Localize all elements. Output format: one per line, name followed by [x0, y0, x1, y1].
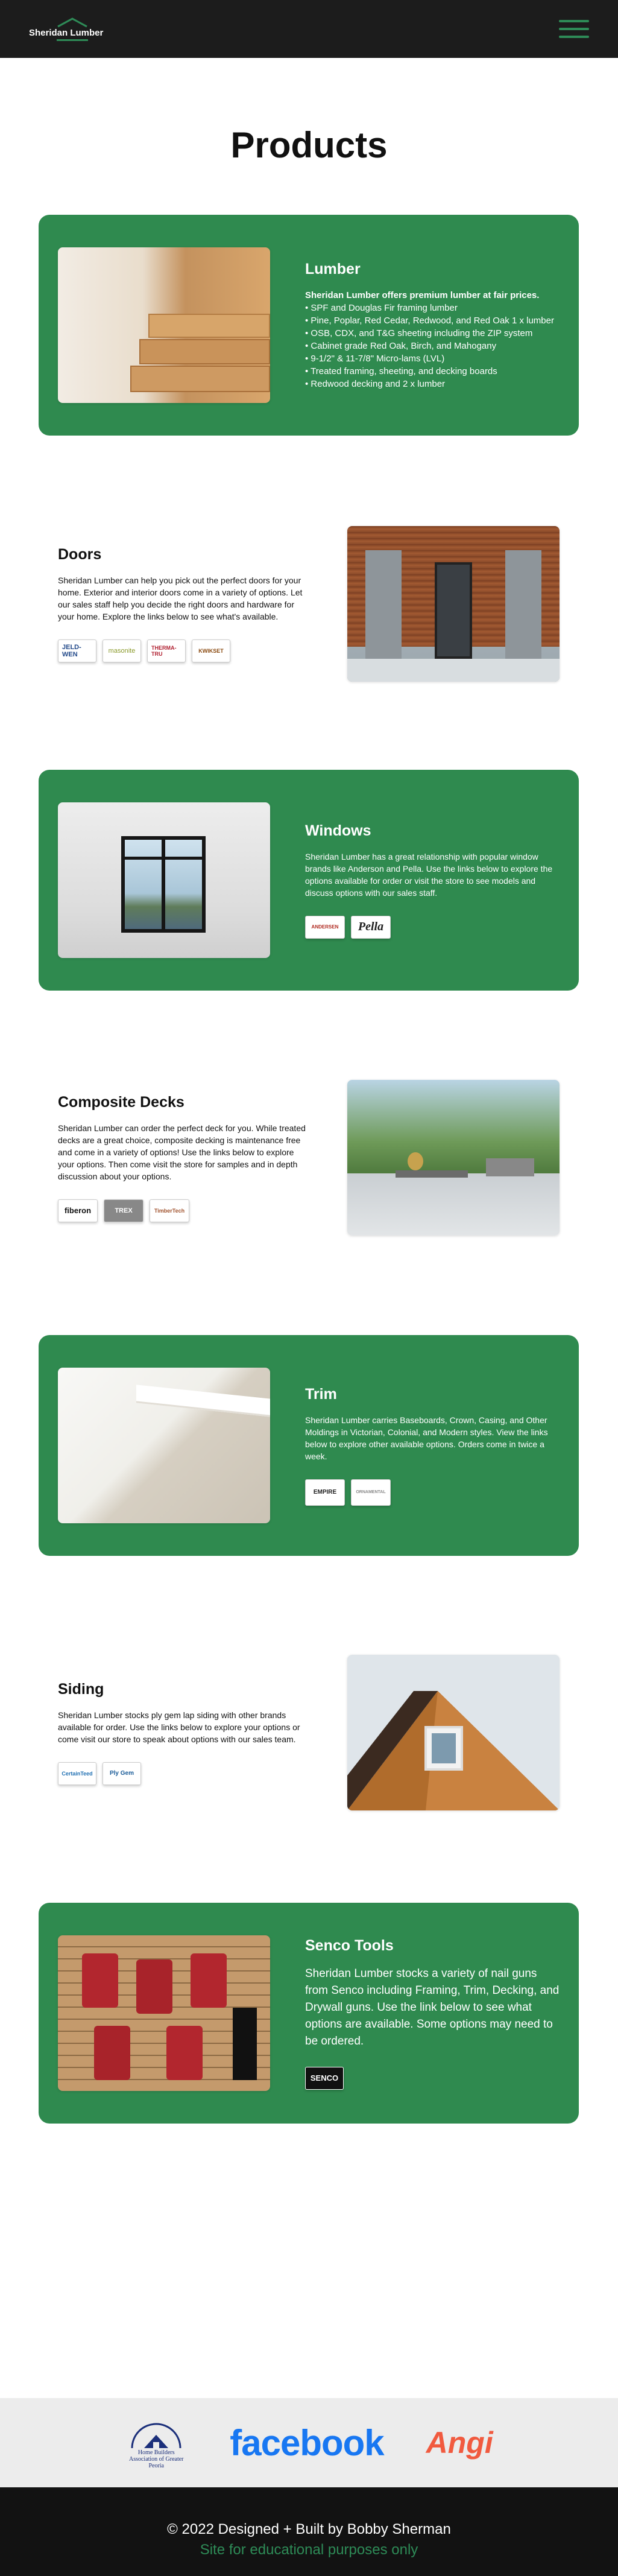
site-header: Sheridan Lumber: [0, 0, 618, 58]
site-footer: © 2022 Designed + Built by Bobby Sherman…: [0, 2487, 618, 2576]
section-title: Siding: [58, 1680, 104, 1698]
hamburger-line: [559, 20, 589, 22]
lumber-section: Lumber Sheridan Lumber offers premium lu…: [39, 215, 579, 436]
trim-photo: [58, 1368, 270, 1523]
list-item: • Redwood decking and 2 x lumber: [305, 378, 446, 389]
section-title: Trim: [305, 1385, 337, 1403]
doors-section: Doors Sheridan Lumber can help you pick …: [39, 526, 579, 682]
list-item: • OSB, CDX, and T&G sheeting including t…: [305, 328, 533, 338]
hamburger-line: [559, 28, 589, 30]
brand-link-jeldwen[interactable]: JELD-WEN: [58, 639, 96, 662]
hba-logo-text: Home Builders Association of Greater Peo…: [128, 2449, 184, 2469]
brand-link-kwikset[interactable]: KWIKSET: [192, 639, 230, 662]
doors-content: Doors Sheridan Lumber can help you pick …: [58, 546, 347, 662]
brand-links: JELD-WEN masonite THERMA-TRU KWIKSET: [58, 639, 312, 662]
trim-section: Trim Sheridan Lumber carries Baseboards,…: [39, 1335, 579, 1556]
section-title: Windows: [305, 822, 371, 839]
senco-photo: [58, 1935, 270, 2091]
brand-links: fiberon TREX TimberTech: [58, 1199, 312, 1222]
angi-logo[interactable]: Angi: [426, 2425, 493, 2460]
senco-content: Senco Tools Sheridan Lumber stocks a var…: [270, 1937, 560, 2090]
section-title: Senco Tools: [305, 1937, 394, 1954]
roof-icon: [57, 17, 87, 28]
section-text: Sheridan Lumber stocks ply gem lap sidin…: [58, 1710, 300, 1744]
windows-photo: [58, 802, 270, 958]
section-title: Lumber: [305, 260, 361, 278]
footer-credit: © 2022 Designed + Built by Bobby Sherman: [167, 2521, 451, 2537]
lumber-list: Sheridan Lumber offers premium lumber at…: [305, 289, 560, 390]
siding-photo: [347, 1655, 560, 1810]
section-text: Sheridan Lumber can help you pick out th…: [58, 575, 303, 621]
senco-section: Senco Tools Sheridan Lumber stocks a var…: [39, 1903, 579, 2124]
brand-links: ANDERSEN Pella: [305, 915, 560, 939]
list-item: Sheridan Lumber offers premium lumber at…: [305, 290, 540, 300]
section-text: Sheridan Lumber carries Baseboards, Crow…: [305, 1415, 548, 1461]
trim-content: Trim Sheridan Lumber carries Baseboards,…: [270, 1386, 560, 1506]
brand-link-timbertech[interactable]: TimberTech: [150, 1199, 189, 1222]
lumber-content: Lumber Sheridan Lumber offers premium lu…: [270, 261, 560, 390]
siding-section: Siding Sheridan Lumber stocks ply gem la…: [39, 1655, 579, 1810]
section-text: Sheridan Lumber has a great relationship…: [305, 851, 553, 898]
siding-house-graphic: [347, 1691, 560, 1810]
brand-link-andersen[interactable]: ANDERSEN: [305, 915, 345, 939]
decks-content: Composite Decks Sheridan Lumber can orde…: [58, 1094, 347, 1222]
lumber-photo: [58, 247, 270, 403]
section-text: Sheridan Lumber can order the perfect de…: [58, 1123, 306, 1181]
list-item: • SPF and Douglas Fir framing lumber: [305, 302, 458, 313]
hamburger-icon[interactable]: [559, 20, 589, 38]
brand-link-pella[interactable]: Pella: [351, 915, 391, 939]
brand-link-plygem[interactable]: Ply Gem: [102, 1762, 141, 1785]
logo-text: Sheridan Lumber: [29, 27, 104, 38]
section-title: Composite Decks: [58, 1093, 184, 1111]
hamburger-line: [559, 36, 589, 38]
partner-logos: Home Builders Association of Greater Peo…: [0, 2398, 618, 2487]
footer-note: Site for educational purposes only: [200, 2542, 418, 2558]
decks-section: Composite Decks Sheridan Lumber can orde…: [39, 1080, 579, 1236]
list-item: • Treated framing, sheeting, and decking…: [305, 366, 497, 376]
windows-content: Windows Sheridan Lumber has a great rela…: [270, 822, 560, 939]
brand-link-thermatru[interactable]: THERMA-TRU: [147, 639, 186, 662]
section-text: Sheridan Lumber stocks a variety of nail…: [305, 1967, 560, 2048]
facebook-logo[interactable]: facebook: [230, 2422, 384, 2464]
brand-link-empire[interactable]: EMPIRE: [305, 1479, 345, 1506]
brand-links: EMPIRE ORNAMENTAL: [305, 1479, 560, 1506]
page-title: Products: [230, 125, 388, 165]
hba-house-icon: [131, 2423, 181, 2448]
logo-underline: [57, 39, 88, 41]
doors-photo: [347, 526, 560, 682]
windows-section: Windows Sheridan Lumber has a great rela…: [39, 770, 579, 991]
decks-photo: [347, 1080, 560, 1236]
list-item: • 9-1/2" & 11-7/8" Micro-lams (LVL): [305, 353, 445, 364]
site-logo[interactable]: Sheridan Lumber: [29, 11, 103, 47]
brand-link-masonite[interactable]: masonite: [102, 639, 141, 662]
hba-logo[interactable]: Home Builders Association of Greater Peo…: [125, 2413, 188, 2473]
list-item: • Pine, Poplar, Red Cedar, Redwood, and …: [305, 315, 554, 326]
brand-link-fiberon[interactable]: fiberon: [58, 1199, 98, 1222]
brand-link-ornamental[interactable]: ORNAMENTAL: [351, 1479, 391, 1506]
siding-content: Siding Sheridan Lumber stocks ply gem la…: [58, 1681, 347, 1785]
brand-link-senco[interactable]: SENCO: [305, 2066, 344, 2090]
brand-links: SENCO: [305, 2066, 560, 2090]
brand-link-trex[interactable]: TREX: [104, 1199, 143, 1222]
section-title: Doors: [58, 545, 102, 563]
list-item: • Cabinet grade Red Oak, Birch, and Maho…: [305, 340, 497, 351]
brand-links: CertainTeed Ply Gem: [58, 1762, 312, 1785]
brand-link-certainteed[interactable]: CertainTeed: [58, 1762, 96, 1785]
